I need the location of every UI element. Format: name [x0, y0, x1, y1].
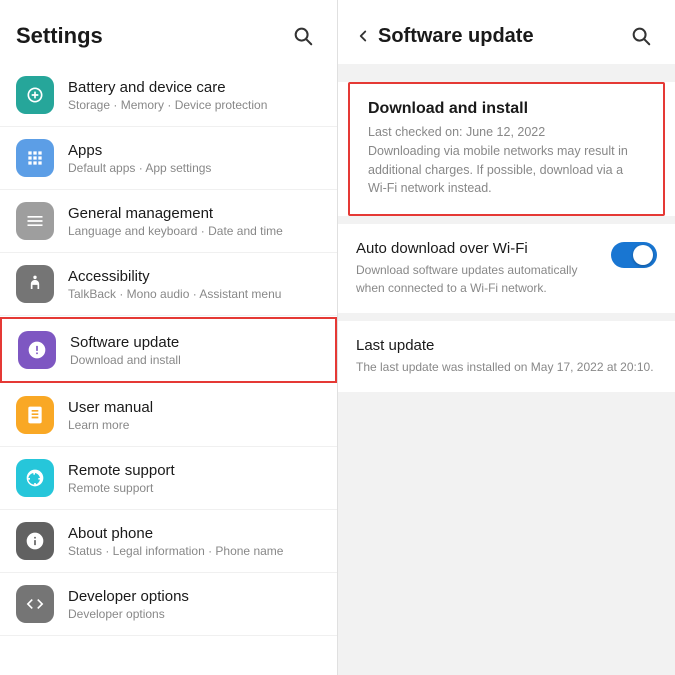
software-sub: Download and install [70, 353, 319, 367]
back-icon [354, 27, 372, 45]
general-icon [16, 202, 54, 240]
download-install-title: Download and install [368, 100, 645, 118]
accessibility-icon [16, 265, 54, 303]
about-sub: Status · Legal information · Phone name [68, 544, 321, 558]
settings-item-battery[interactable]: Battery and device care Storage · Memory… [0, 64, 337, 127]
settings-item-general[interactable]: General management Language and keyboard… [0, 190, 337, 253]
settings-list: Battery and device care Storage · Memory… [0, 64, 337, 675]
settings-item-apps[interactable]: Apps Default apps · App settings [0, 127, 337, 190]
apps-icon [16, 139, 54, 177]
about-icon [16, 522, 54, 560]
wifi-text: Auto download over Wi-Fi Download softwa… [356, 240, 599, 297]
right-search-icon [630, 25, 652, 47]
software-text: Software update Download and install [70, 334, 319, 367]
developer-icon [16, 585, 54, 623]
about-name: About phone [68, 525, 321, 542]
software-icon [18, 331, 56, 369]
apps-sub: Default apps · App settings [68, 161, 321, 175]
manual-name: User manual [68, 399, 321, 416]
remote-text: Remote support Remote support [68, 462, 321, 495]
apps-name: Apps [68, 142, 321, 159]
last-update-title: Last update [356, 337, 657, 354]
general-text: General management Language and keyboard… [68, 205, 321, 238]
settings-item-manual[interactable]: User manual Learn more [0, 384, 337, 447]
general-name: General management [68, 205, 321, 222]
settings-item-software[interactable]: Software update Download and install [0, 317, 337, 383]
settings-search-button[interactable] [285, 18, 321, 54]
manual-sub: Learn more [68, 418, 321, 432]
developer-name: Developer options [68, 588, 321, 605]
remote-name: Remote support [68, 462, 321, 479]
right-header: Software update [338, 0, 675, 64]
battery-text: Battery and device care Storage · Memory… [68, 79, 321, 112]
settings-item-accessibility[interactable]: Accessibility TalkBack · Mono audio · As… [0, 253, 337, 316]
settings-title: Settings [16, 23, 103, 49]
settings-header: Settings [0, 0, 337, 64]
manual-icon [16, 396, 54, 434]
back-button[interactable] [354, 27, 372, 45]
last-update-section: Last update The last update was installe… [338, 321, 675, 392]
software-name: Software update [70, 334, 319, 351]
apps-text: Apps Default apps · App settings [68, 142, 321, 175]
right-content: Download and install Last checked on: Ju… [338, 64, 675, 675]
wifi-desc: Download software updates automatically … [356, 261, 599, 297]
wifi-title: Auto download over Wi-Fi [356, 240, 599, 257]
download-section: Download and install Last checked on: Ju… [338, 82, 675, 216]
remote-icon [16, 459, 54, 497]
manual-text: User manual Learn more [68, 399, 321, 432]
right-search-button[interactable] [623, 18, 659, 54]
about-text: About phone Status · Legal information ·… [68, 525, 321, 558]
settings-item-remote[interactable]: Remote support Remote support [0, 447, 337, 510]
auto-download-section: Auto download over Wi-Fi Download softwa… [338, 224, 675, 313]
settings-item-developer[interactable]: Developer options Developer options [0, 573, 337, 636]
battery-name: Battery and device care [68, 79, 321, 96]
settings-item-about[interactable]: About phone Status · Legal information ·… [0, 510, 337, 573]
auto-download-toggle[interactable] [611, 242, 657, 268]
developer-sub: Developer options [68, 607, 321, 621]
remote-sub: Remote support [68, 481, 321, 495]
accessibility-text: Accessibility TalkBack · Mono audio · As… [68, 268, 321, 301]
accessibility-name: Accessibility [68, 268, 321, 285]
general-sub: Language and keyboard · Date and time [68, 224, 321, 238]
developer-text: Developer options Developer options [68, 588, 321, 621]
accessibility-sub: TalkBack · Mono audio · Assistant menu [68, 287, 321, 301]
battery-icon [16, 76, 54, 114]
software-update-panel: Software update Download and install Las… [338, 0, 675, 675]
download-install-desc: Last checked on: June 12, 2022Downloadin… [368, 123, 645, 198]
last-update-desc: The last update was installed on May 17,… [356, 358, 657, 376]
download-install-item[interactable]: Download and install Last checked on: Ju… [348, 82, 665, 216]
settings-panel: Settings Battery and device care Storage… [0, 0, 338, 675]
right-panel-title: Software update [378, 25, 623, 48]
battery-sub: Storage · Memory · Device protection [68, 98, 321, 112]
search-icon [292, 25, 314, 47]
